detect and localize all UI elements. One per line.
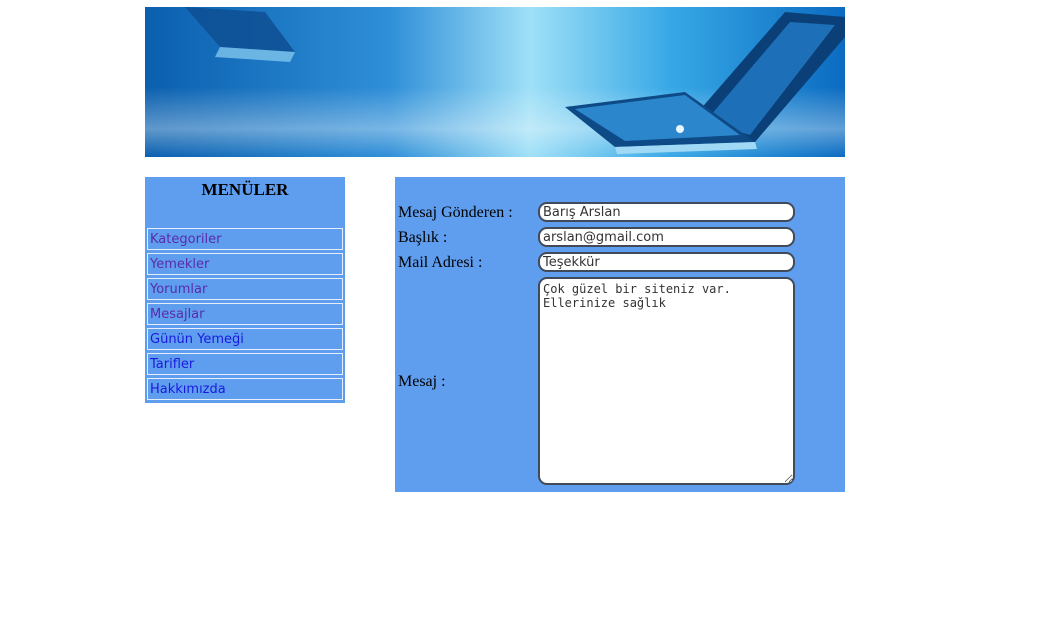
sender-input[interactable] xyxy=(538,202,795,222)
menu-item-kategoriler[interactable]: Kategoriler xyxy=(147,228,343,250)
menu-item-tarifler[interactable]: Tarifler xyxy=(147,353,343,375)
menu-item-gunun-yemegi[interactable]: Günün Yemeği xyxy=(147,328,343,350)
mail-input[interactable] xyxy=(538,252,795,272)
menu-title: MENÜLER xyxy=(201,180,289,199)
mail-label: Mail Adresi : xyxy=(398,254,483,271)
side-menu: MENÜLER Kategoriler Yemekler Yorumlar Me… xyxy=(145,177,345,403)
sender-label: Mesaj Gönderen : xyxy=(398,204,513,221)
menu-item-yemekler[interactable]: Yemekler xyxy=(147,253,343,275)
message-form: Mesaj Gönderen : Başlık : Mail Adresi : … xyxy=(395,177,845,492)
menu-item-mesajlar[interactable]: Mesajlar xyxy=(147,303,343,325)
menu-item-yorumlar[interactable]: Yorumlar xyxy=(147,278,343,300)
title-label: Başlık : xyxy=(398,229,448,246)
message-textarea[interactable]: Çok güzel bir siteniz var. Ellerinize sa… xyxy=(538,277,795,485)
message-label: Mesaj : xyxy=(398,373,446,390)
menu-list: Kategoriler Yemekler Yorumlar Mesajlar G… xyxy=(145,228,345,400)
menu-item-hakkimizda[interactable]: Hakkımızda xyxy=(147,378,343,400)
header-banner xyxy=(145,7,845,157)
title-input[interactable] xyxy=(538,227,795,247)
laptop-banner-image xyxy=(145,7,845,157)
